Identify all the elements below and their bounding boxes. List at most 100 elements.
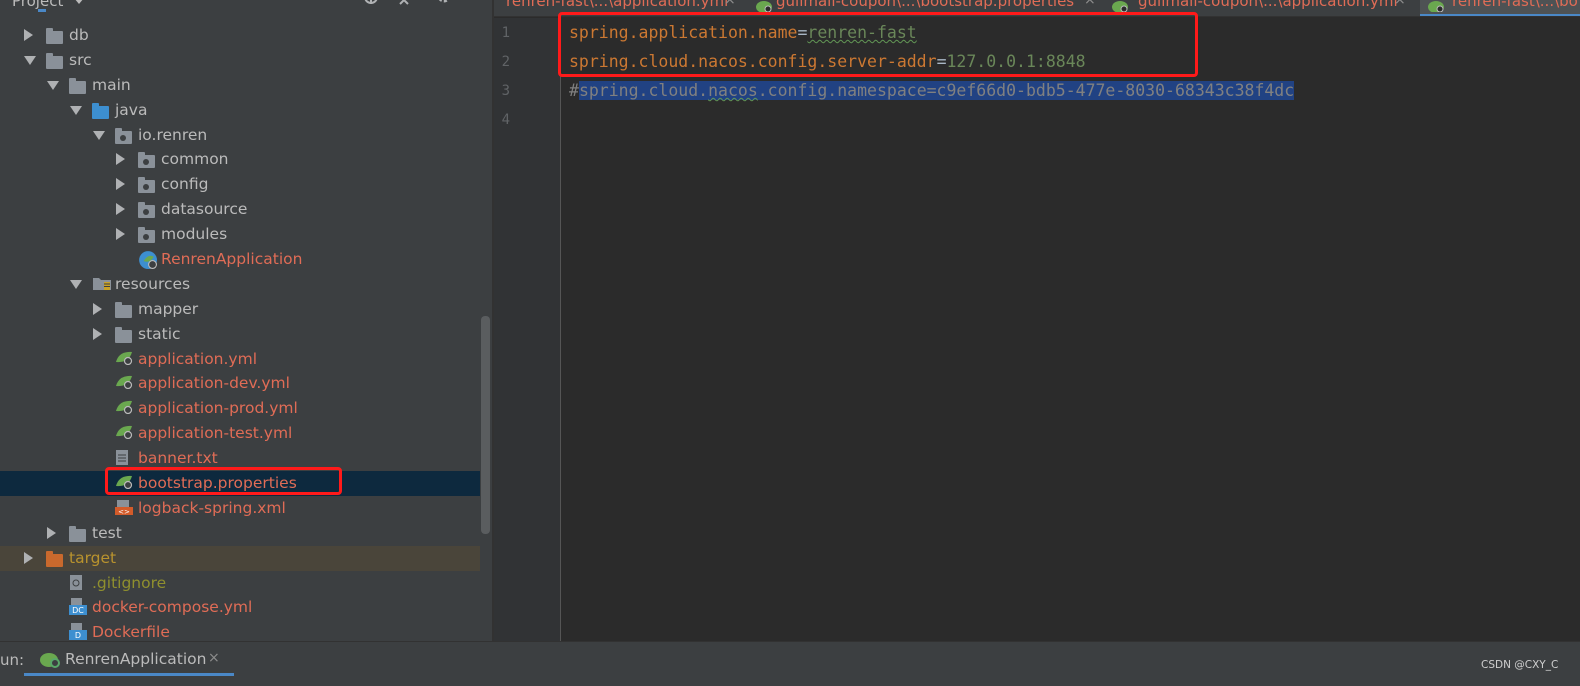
tree-item-resources[interactable]: resources — [0, 272, 480, 297]
line-number: 2 — [501, 54, 510, 70]
tree-item-renrenapplication[interactable]: RenrenApplication — [0, 247, 480, 272]
text-file-icon — [115, 449, 132, 466]
tree-item-label: logback-spring.xml — [138, 498, 286, 517]
hide-panel-icon[interactable] — [467, 0, 485, 6]
tree-item-target[interactable]: target — [0, 545, 480, 571]
tree-item-db[interactable]: db — [0, 23, 480, 48]
chevron-right-icon[interactable] — [116, 228, 125, 241]
run-tab-label: RenrenApplication — [65, 650, 207, 668]
tree-item-label: application-dev.yml — [138, 374, 290, 393]
project-scrollbar[interactable] — [481, 316, 490, 534]
package-icon — [138, 152, 155, 169]
editor-tab-bar: renren-fast\...\application.yml × gulima… — [494, 0, 1580, 17]
code-line-2[interactable]: spring.cloud.nacos.config.server-addr=12… — [569, 47, 1086, 76]
tree-item-mapper[interactable]: mapper — [0, 297, 480, 322]
chevron-right-icon[interactable] — [93, 302, 102, 315]
close-icon[interactable]: × — [1394, 0, 1406, 8]
tree-item-static[interactable]: static — [0, 322, 480, 347]
resources-folder-icon — [92, 275, 111, 290]
tree-item-label: target — [69, 548, 117, 567]
chevron-right-icon[interactable] — [24, 29, 33, 41]
tree-item-label: src — [69, 50, 92, 69]
tree-item-dockerfile[interactable]: D Dockerfile — [0, 620, 480, 641]
chevron-down-icon[interactable] — [70, 279, 82, 289]
tree-item-java[interactable]: java — [0, 98, 480, 123]
tree-item-application-test-yml[interactable]: application-test.yml — [0, 421, 480, 446]
spring-config-icon — [115, 374, 133, 390]
tree-item-label: application.yml — [138, 349, 258, 368]
tree-item-application-prod-yml[interactable]: application-prod.yml — [0, 396, 480, 421]
project-tool-window: Project db src main java io.renren common conf… — [0, 0, 492, 641]
tree-item-test[interactable]: test — [0, 521, 480, 546]
tree-item-config[interactable]: config — [0, 172, 480, 197]
tree-item-label: mapper — [138, 299, 199, 318]
tree-item-label: datasource — [161, 200, 248, 219]
locate-file-icon[interactable] — [362, 0, 380, 6]
tree-item-label: config — [161, 175, 209, 194]
folder-icon — [69, 525, 86, 542]
run-tab-renren-application[interactable]: RenrenApplication × — [24, 642, 234, 686]
chevron-right-icon[interactable] — [47, 526, 56, 539]
tree-item-label: common — [161, 150, 229, 169]
tab-label: gulimall-coupon\...\bootstrap.properties — [776, 0, 1075, 10]
chevron-right-icon[interactable] — [24, 551, 33, 564]
code-line-1[interactable]: spring.application.name=renren-fast — [569, 18, 917, 47]
tab-gulimall-coupon-bootstrap-properties[interactable]: gulimall-coupon\...\bootstrap.properties… — [756, 0, 1100, 16]
assignment-operator: = — [797, 23, 808, 42]
chevron-down-icon[interactable] — [47, 80, 59, 90]
chevron-right-icon[interactable] — [93, 327, 102, 340]
project-view-dropdown-icon[interactable] — [74, 0, 84, 4]
chevron-right-icon[interactable] — [116, 203, 125, 216]
tree-item-application-yml[interactable]: application.yml — [0, 347, 480, 372]
tab-renren-fast-application-yml[interactable]: renren-fast\...\application.yml × — [494, 0, 742, 16]
xml-file-icon: <> — [115, 499, 133, 516]
package-icon — [138, 177, 155, 194]
tree-item-label: bootstrap.properties — [138, 474, 297, 493]
tab-gulimall-coupon-application-yml[interactable]: gulimall-coupon\...\application.yml × — [1112, 0, 1410, 16]
code-line-3[interactable]: #spring.cloud.nacos.config.namespace=c9e… — [569, 76, 1295, 105]
folder-icon — [46, 28, 63, 44]
spring-config-icon — [756, 1, 772, 12]
tree-item-application-dev-yml[interactable]: application-dev.yml — [0, 371, 480, 396]
tree-item-modules[interactable]: modules — [0, 222, 480, 247]
close-icon[interactable]: × — [1084, 0, 1096, 8]
tree-item-datasource[interactable]: datasource — [0, 197, 480, 222]
tree-item-common[interactable]: common — [0, 147, 480, 172]
chevron-right-icon[interactable] — [116, 178, 125, 191]
tree-item-src[interactable]: src — [0, 48, 480, 73]
tree-item-docker-compose-yml[interactable]: DC docker-compose.yml — [0, 595, 480, 620]
tab-renren-fast-bootstrap-properties[interactable]: renren-fast\...\bo — [1420, 0, 1580, 16]
run-tool-window-bar: un: RenrenApplication × CSDN @CXY_C — [0, 641, 1580, 686]
spring-boot-run-icon — [40, 653, 60, 668]
property-key: spring.application.name — [569, 23, 798, 42]
folder-icon — [115, 326, 132, 343]
folder-icon — [46, 52, 63, 69]
tree-item-banner-txt[interactable]: banner.txt — [0, 446, 480, 471]
tree-item-bootstrap-properties[interactable]: bootstrap.properties — [0, 471, 480, 496]
folder-icon — [92, 102, 109, 119]
line-number: 4 — [501, 112, 510, 128]
selected-comment-text: spring.cloud.nacos.config.namespace=c9ef… — [578, 81, 1295, 100]
editor-gutter: 1 2 3 4 — [494, 18, 561, 641]
close-icon[interactable]: × — [208, 650, 220, 666]
collapse-all-icon[interactable] — [395, 0, 413, 6]
gear-icon[interactable] — [435, 0, 453, 6]
tree-item-main[interactable]: main — [0, 73, 480, 98]
close-icon[interactable]: × — [724, 0, 736, 8]
chevron-down-icon[interactable] — [93, 130, 105, 140]
run-label: un: — [0, 651, 25, 669]
svg-text:<>: <> — [118, 508, 130, 516]
chevron-down-icon[interactable] — [70, 105, 82, 115]
spring-config-icon — [115, 399, 133, 415]
chevron-right-icon[interactable] — [116, 153, 125, 166]
tree-item-io-renren[interactable]: io.renren — [0, 123, 480, 148]
tree-item-logback-spring-xml[interactable]: <> logback-spring.xml — [0, 496, 480, 521]
tree-item-gitignore[interactable]: .gitignore — [0, 571, 480, 596]
tree-item-label: main — [92, 75, 131, 94]
folder-icon — [115, 301, 132, 318]
svg-text:D: D — [75, 631, 81, 640]
chevron-down-icon[interactable] — [24, 55, 36, 65]
line-number: 3 — [501, 83, 510, 99]
property-key: spring.cloud.nacos.config.server-addr — [569, 52, 937, 71]
tab-label: renren-fast\...\application.yml — [506, 0, 729, 10]
